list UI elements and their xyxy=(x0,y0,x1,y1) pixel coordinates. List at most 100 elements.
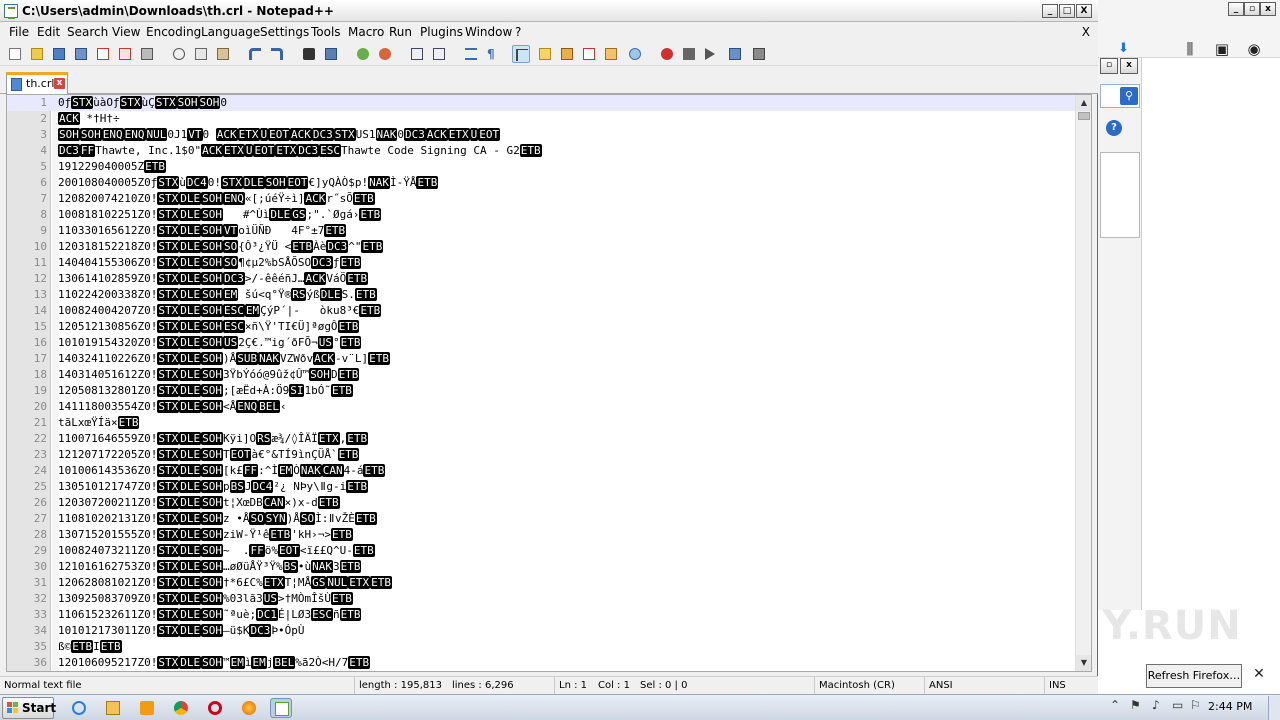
maximize-button[interactable]: □ xyxy=(1059,4,1075,18)
playback-macro-icon[interactable] xyxy=(702,45,720,63)
editor-line[interactable]: 35 ß©ETBIETB xyxy=(7,639,1079,655)
editor-line[interactable]: 19 120508132801Z0!STX DLE SOH;[æËd+À:Ö9SI1b… xyxy=(7,383,1079,399)
find-icon[interactable] xyxy=(300,45,318,63)
minimize-button[interactable]: _ xyxy=(1042,4,1058,18)
close-file-icon[interactable] xyxy=(94,45,112,63)
library-icon[interactable]: ⫼ xyxy=(1180,40,1200,58)
editor-line[interactable]: 6 200108040005Z0ƒSTXùDC40!STX DLE SOH EOT€]y… xyxy=(7,175,1079,191)
editor-line[interactable]: 30 121016162753Z0!STX DLE SOH…øØüÅŸ³Ÿ%BS•ùN… xyxy=(7,559,1079,575)
editor-line[interactable]: 28 130715201555Z0!STX DLE SOHziW-Ÿ¹êETB'kH›… xyxy=(7,527,1079,543)
panel-close-icon[interactable]: x xyxy=(1120,58,1138,74)
notepadpp-task-icon[interactable] xyxy=(270,698,292,718)
monitoring-icon[interactable] xyxy=(626,45,644,63)
copy-icon[interactable] xyxy=(192,45,210,63)
editor-line[interactable]: 20 141118003554Z0!STX DLE SOH<ÅENQ BEL‹ xyxy=(7,399,1079,415)
file-explorer-icon[interactable] xyxy=(102,698,124,718)
scroll-down-icon[interactable]: ▼ xyxy=(1076,655,1091,671)
tab-th-crl[interactable]: th.crl x xyxy=(6,72,68,94)
tray-network-icon[interactable]: ⚑ xyxy=(1130,698,1141,712)
menu-window[interactable]: Window xyxy=(465,25,512,39)
tab-close-icon[interactable]: x xyxy=(54,78,65,89)
menu-run[interactable]: Run xyxy=(389,25,412,39)
editor-line[interactable]: 9 110330165612Z0!STX DLE SOH VToìÜÑÐ 4F°±7ET… xyxy=(7,223,1079,239)
firefox-icon[interactable] xyxy=(238,698,260,718)
account-icon[interactable]: ◉ xyxy=(1244,40,1264,58)
close-button[interactable]: X xyxy=(1076,4,1092,18)
menu-edit[interactable]: Edit xyxy=(37,25,60,39)
editor-line[interactable]: 34 101012173011Z0!STX DLE SOH—ü$KDC3Þ•ÓpÙ xyxy=(7,623,1079,639)
panel-restore-icon[interactable]: ▫ xyxy=(1100,58,1118,74)
editor-line[interactable]: 21 tãLxœŸÍä×ETB xyxy=(7,415,1079,431)
editor-line[interactable]: 13 110224200338Z0!STX DLE SOH EM šú<q°Ÿ®RSýß… xyxy=(7,287,1079,303)
editor-line[interactable]: 25 130510121747Z0!STX DLE SOHpBSJDC4²¿ NÞy\… xyxy=(7,479,1079,495)
minimize-icon[interactable]: _ xyxy=(1228,2,1244,16)
new-file-icon[interactable] xyxy=(6,45,24,63)
editor-line[interactable]: 17 140324110226Z0!STX DLE SOH)ÅSUB NAKVZWðvA… xyxy=(7,351,1079,367)
clock[interactable]: 2:44 PM xyxy=(1208,699,1252,715)
editor-line[interactable]: 33 110615232611Z0!STX DLE SOH˜ªuè;DC1É|LØ3E… xyxy=(7,607,1079,623)
scroll-up-icon[interactable]: ▲ xyxy=(1076,95,1091,111)
show-desktop-button[interactable] xyxy=(1268,696,1280,720)
editor-line[interactable]: 16 101019154320Z0!STX DLE SOH US2Ç€.™ig´ðFÕ¬… xyxy=(7,335,1079,351)
open-file-icon[interactable] xyxy=(28,45,46,63)
editor-line[interactable]: 36 120106095217Z0!STX DLE SOH™EMìEMjBEL%ã2Ò… xyxy=(7,655,1079,671)
print-icon[interactable] xyxy=(138,45,156,63)
refresh-firefox-button[interactable]: Refresh Firefox… xyxy=(1146,664,1242,688)
word-wrap-icon[interactable] xyxy=(462,45,480,63)
save-icon[interactable] xyxy=(50,45,68,63)
editor-line[interactable]: 5 191229040005ZETB xyxy=(7,159,1079,175)
notepadpp-app-icon[interactable] xyxy=(4,4,18,19)
menu-language[interactable]: Language xyxy=(201,25,260,39)
editor-line[interactable]: 2 ACK *†H†÷ xyxy=(7,111,1079,127)
editor-line[interactable]: 10 120318152218Z0!STX DLE SOH SO{Ô³¿ŸÜ <ETBÀ… xyxy=(7,239,1079,255)
panel-search-field[interactable]: ⚲ xyxy=(1100,84,1140,108)
menu-help[interactable]: ? xyxy=(515,25,521,39)
title-bar[interactable]: C:\Users\admin\Downloads\th.crl - Notepa… xyxy=(0,0,1098,22)
folder-as-workspace-icon[interactable] xyxy=(602,45,620,63)
editor-line[interactable]: 29 100824073211Z0!STX DLE SOH~ .FFö%EOT<ï££… xyxy=(7,543,1079,559)
internet-explorer-icon[interactable] xyxy=(68,698,90,718)
help-icon[interactable]: ? xyxy=(1106,120,1122,136)
menu-macro[interactable]: Macro xyxy=(348,25,384,39)
opera-icon[interactable] xyxy=(204,698,226,718)
menu-file[interactable]: File xyxy=(9,25,29,39)
indent-guide-icon[interactable] xyxy=(512,45,530,63)
cut-icon[interactable] xyxy=(170,45,188,63)
tray-monitor-icon[interactable]: ▭ xyxy=(1172,698,1183,712)
paste-icon[interactable] xyxy=(214,45,232,63)
save-all-icon[interactable] xyxy=(72,45,90,63)
menu-view[interactable]: View xyxy=(112,25,140,39)
vertical-scrollbar[interactable]: ▲ ▼ xyxy=(1075,95,1091,671)
sidebar-icon[interactable]: ▣ xyxy=(1212,40,1232,58)
editor-line[interactable]: 12 130614102859Z0!STX DLE SOH DC3>/-êêéñJ…AC… xyxy=(7,271,1079,287)
restore-icon[interactable]: ▫ xyxy=(1244,2,1260,16)
close-document-button[interactable]: X xyxy=(1082,25,1090,39)
editor-line[interactable]: 26 120307200211Z0!STX DLE SOHt¦XœDBCAN×)x-d… xyxy=(7,495,1079,511)
editor-line[interactable]: 14 100824004207Z0!STX DLE SOH ESC EMÇýP´|- òk… xyxy=(7,303,1079,319)
tray-expand-icon[interactable]: ⌃ xyxy=(1110,698,1120,712)
run-macro-multiple-icon[interactable] xyxy=(726,45,744,63)
tray-volume-icon[interactable]: ♪ xyxy=(1152,698,1160,712)
record-macro-icon[interactable] xyxy=(658,45,676,63)
editor-line[interactable]: 24 101006143536Z0!STX DLE SOH[k£FF:^ÌEMÒNAK… xyxy=(7,463,1079,479)
menu-settings[interactable]: Settings xyxy=(260,25,309,39)
undo-icon[interactable] xyxy=(246,45,264,63)
menu-search[interactable]: Search xyxy=(67,25,108,39)
close-notification-icon[interactable]: ✕ xyxy=(1250,666,1268,686)
user-defined-language-icon[interactable] xyxy=(536,45,554,63)
zoom-in-icon[interactable] xyxy=(354,45,372,63)
editor-line[interactable]: 11 140404155306Z0!STX DLE SOH SO¶¢µ2%bSÅÕSOD… xyxy=(7,255,1079,271)
redo-icon[interactable] xyxy=(268,45,286,63)
replace-icon[interactable] xyxy=(322,45,340,63)
text-editor[interactable]: 1 0ƒSTXùàOƒSTXùÇSTX SOH SOH0 2 ACK *†H†÷ 3 SOH S… xyxy=(6,94,1092,672)
sync-vertical-icon[interactable] xyxy=(408,45,426,63)
editor-line[interactable]: 18 140314051612Z0!STX DLE SOH3ŸbÝóó@9ûž¢Û™S… xyxy=(7,367,1079,383)
close-icon[interactable]: x xyxy=(1260,2,1276,16)
menu-encoding[interactable]: Encoding xyxy=(146,25,201,39)
editor-line[interactable]: 8 100818102251Z0!STX DLE SOH #^ÙìDLE GS;".`Ø… xyxy=(7,207,1079,223)
scroll-thumb[interactable] xyxy=(1078,112,1090,120)
editor-line[interactable]: 4 DC3 FFThawte, Inc.1$0"ACK ETX U EOT ETX DC3 ES… xyxy=(7,143,1079,159)
save-macro-icon[interactable] xyxy=(750,45,768,63)
function-list-icon[interactable] xyxy=(580,45,598,63)
menu-plugins[interactable]: Plugins xyxy=(420,25,463,39)
